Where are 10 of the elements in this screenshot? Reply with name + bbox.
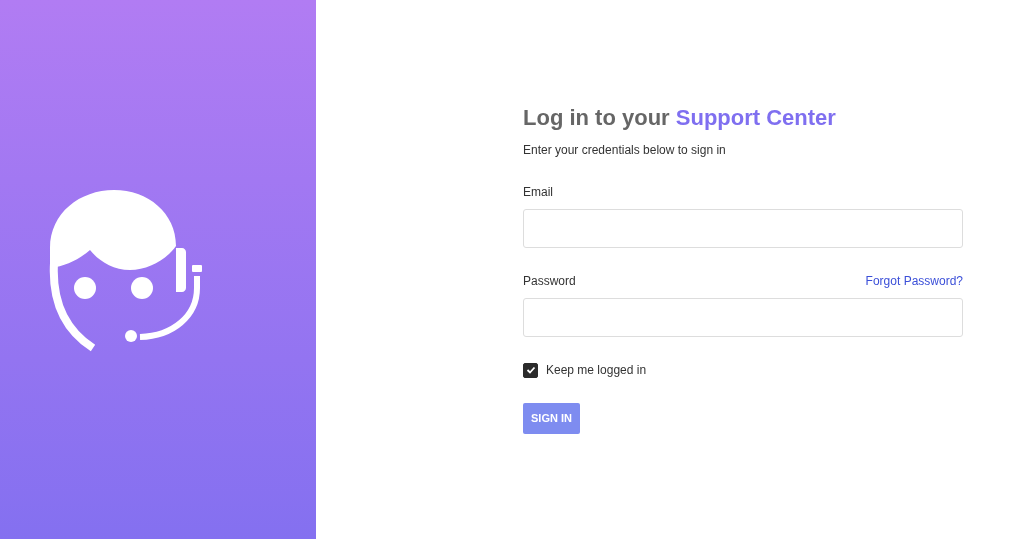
field-label: Password bbox=[523, 273, 576, 291]
forgot-password-link[interactable]: Forgot Password? bbox=[865, 272, 963, 291]
field-label: Email bbox=[523, 184, 553, 202]
check-icon bbox=[525, 365, 536, 376]
subtitle-text: Enter your credentials below to sign in bbox=[523, 142, 727, 160]
input-field[interactable] bbox=[523, 298, 963, 338]
checkbox[interactable] bbox=[523, 362, 538, 378]
page-heading: Log in to your Support Center bbox=[523, 105, 837, 132]
checkbox-label: Keep me logged in bbox=[546, 362, 647, 380]
input-field[interactable] bbox=[523, 209, 963, 249]
